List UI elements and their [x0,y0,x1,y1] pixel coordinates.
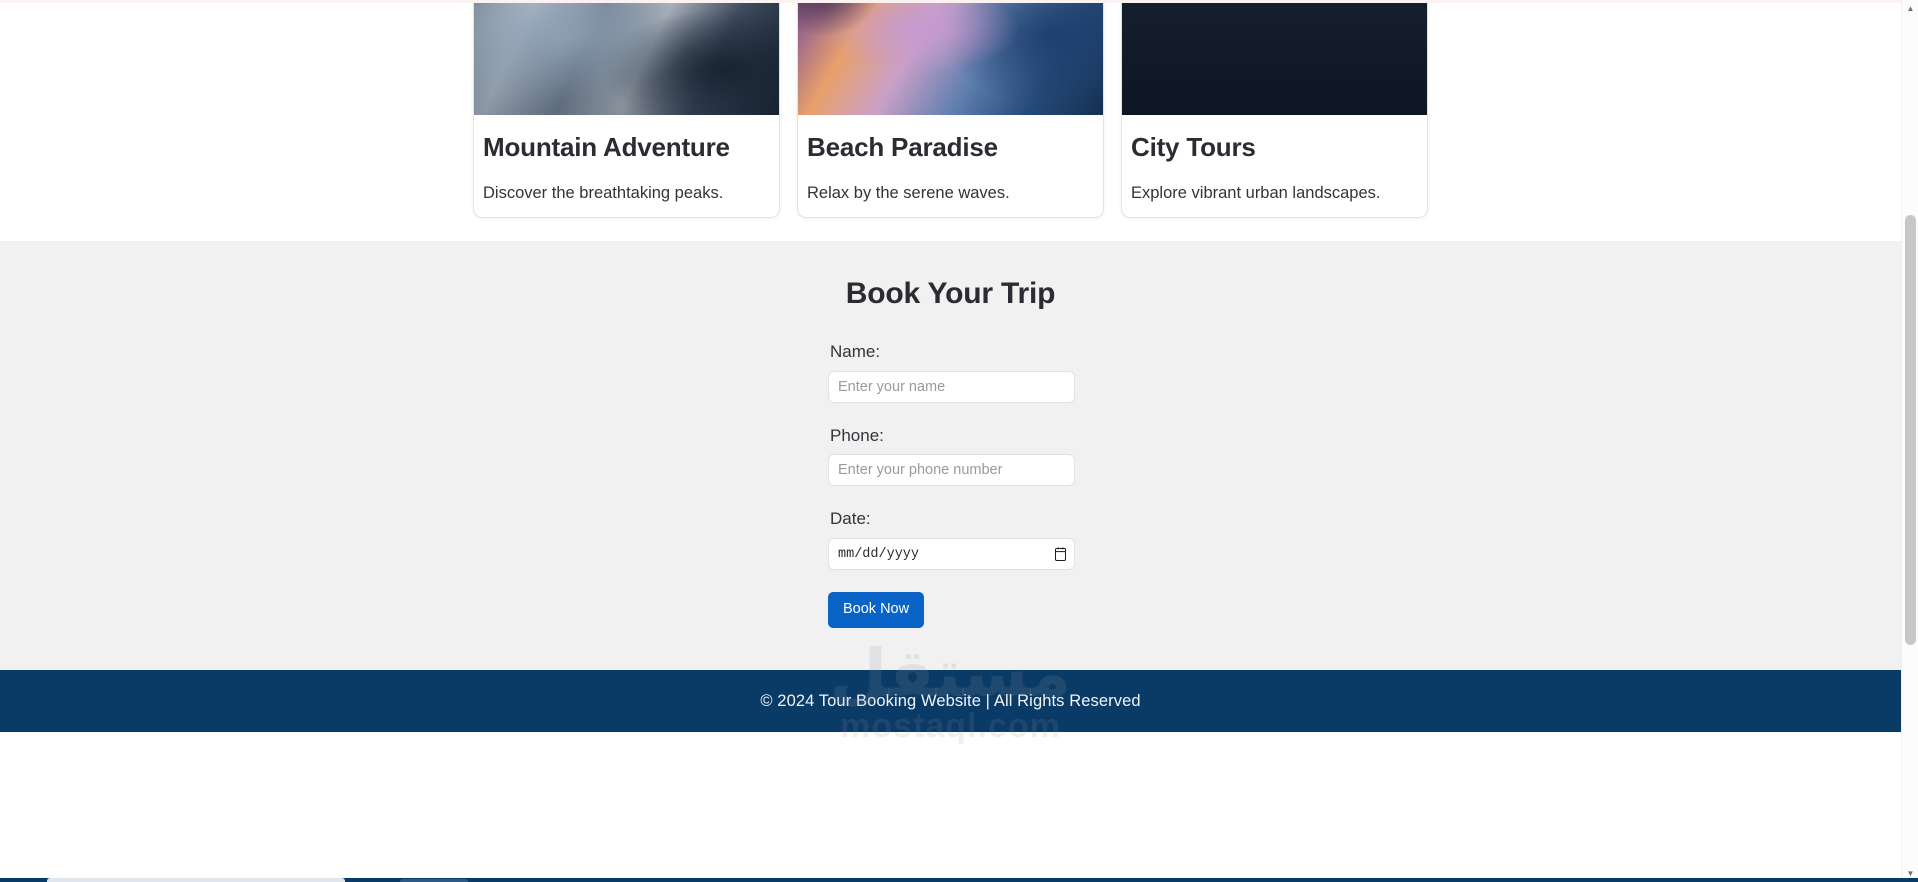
tour-card-body: Beach Paradise Relax by the serene waves… [798,115,1103,217]
tour-card-title: City Tours [1131,132,1256,162]
tour-card-title: Mountain Adventure [483,132,730,162]
tour-card-body: Mountain Adventure Discover the breathta… [474,115,779,217]
date-field-label: Date: [830,509,871,529]
city-skyline-dusk-photo [1122,0,1427,115]
book-now-button[interactable]: Book Now [828,592,925,628]
tour-card-description: Explore vibrant urban landscapes. [1131,183,1381,202]
name-input[interactable] [828,370,1075,403]
name-field-label: Name: [830,342,881,361]
site-footer: © 2024 Tour Booking Website | All Rights… [0,670,1901,732]
phone-field-label: Phone: [830,425,884,445]
scrollbar-thumb[interactable] [1905,215,1916,645]
page-viewport: Mountain Adventure Discover the breathta… [0,0,1901,882]
phone-input[interactable] [828,454,1075,487]
browser-screenshot: Mountain Adventure Discover the breathta… [0,0,1918,882]
tour-card[interactable]: City Tours Explore vibrant urban landsca… [1121,0,1428,219]
footer-copyright: © 2024 Tour Booking Website | All Rights… [760,691,1141,710]
calendar-picker-icon[interactable] [1055,547,1066,562]
date-placeholder-text: mm/dd/yyyy [838,546,920,562]
tour-card-description: Relax by the serene waves. [807,183,1010,202]
sunset-beach-waves-photo [798,0,1103,115]
booking-heading: Book Your Trip [845,277,1056,310]
booking-section: Book Your Trip Name: Phone: Date: mm/dd/… [0,241,1901,670]
hero-bottom-sliver [0,0,1901,3]
vertical-scrollbar[interactable]: ▲ ▼ [1901,0,1918,882]
scroll-up-arrow-icon[interactable]: ▲ [1902,0,1918,17]
date-input[interactable]: mm/dd/yyyy [828,538,1075,571]
tour-card-title: Beach Paradise [807,132,998,162]
tour-card[interactable]: Beach Paradise Relax by the serene waves… [797,0,1104,219]
window-bottom-edge [0,878,1918,882]
tours-section: Mountain Adventure Discover the breathta… [0,0,1901,241]
tour-card-description: Discover the breathtaking peaks. [483,183,724,202]
snowy-mountain-photo [474,0,779,115]
tour-cards-row: Mountain Adventure Discover the breathta… [0,0,1901,219]
booking-form: Name: Phone: Date: mm/dd/yyyy Book Now [828,342,1075,628]
tour-card[interactable]: Mountain Adventure Discover the breathta… [473,0,780,219]
tour-card-body: City Tours Explore vibrant urban landsca… [1122,115,1427,217]
bottom-tab-indicator[interactable] [47,878,345,882]
